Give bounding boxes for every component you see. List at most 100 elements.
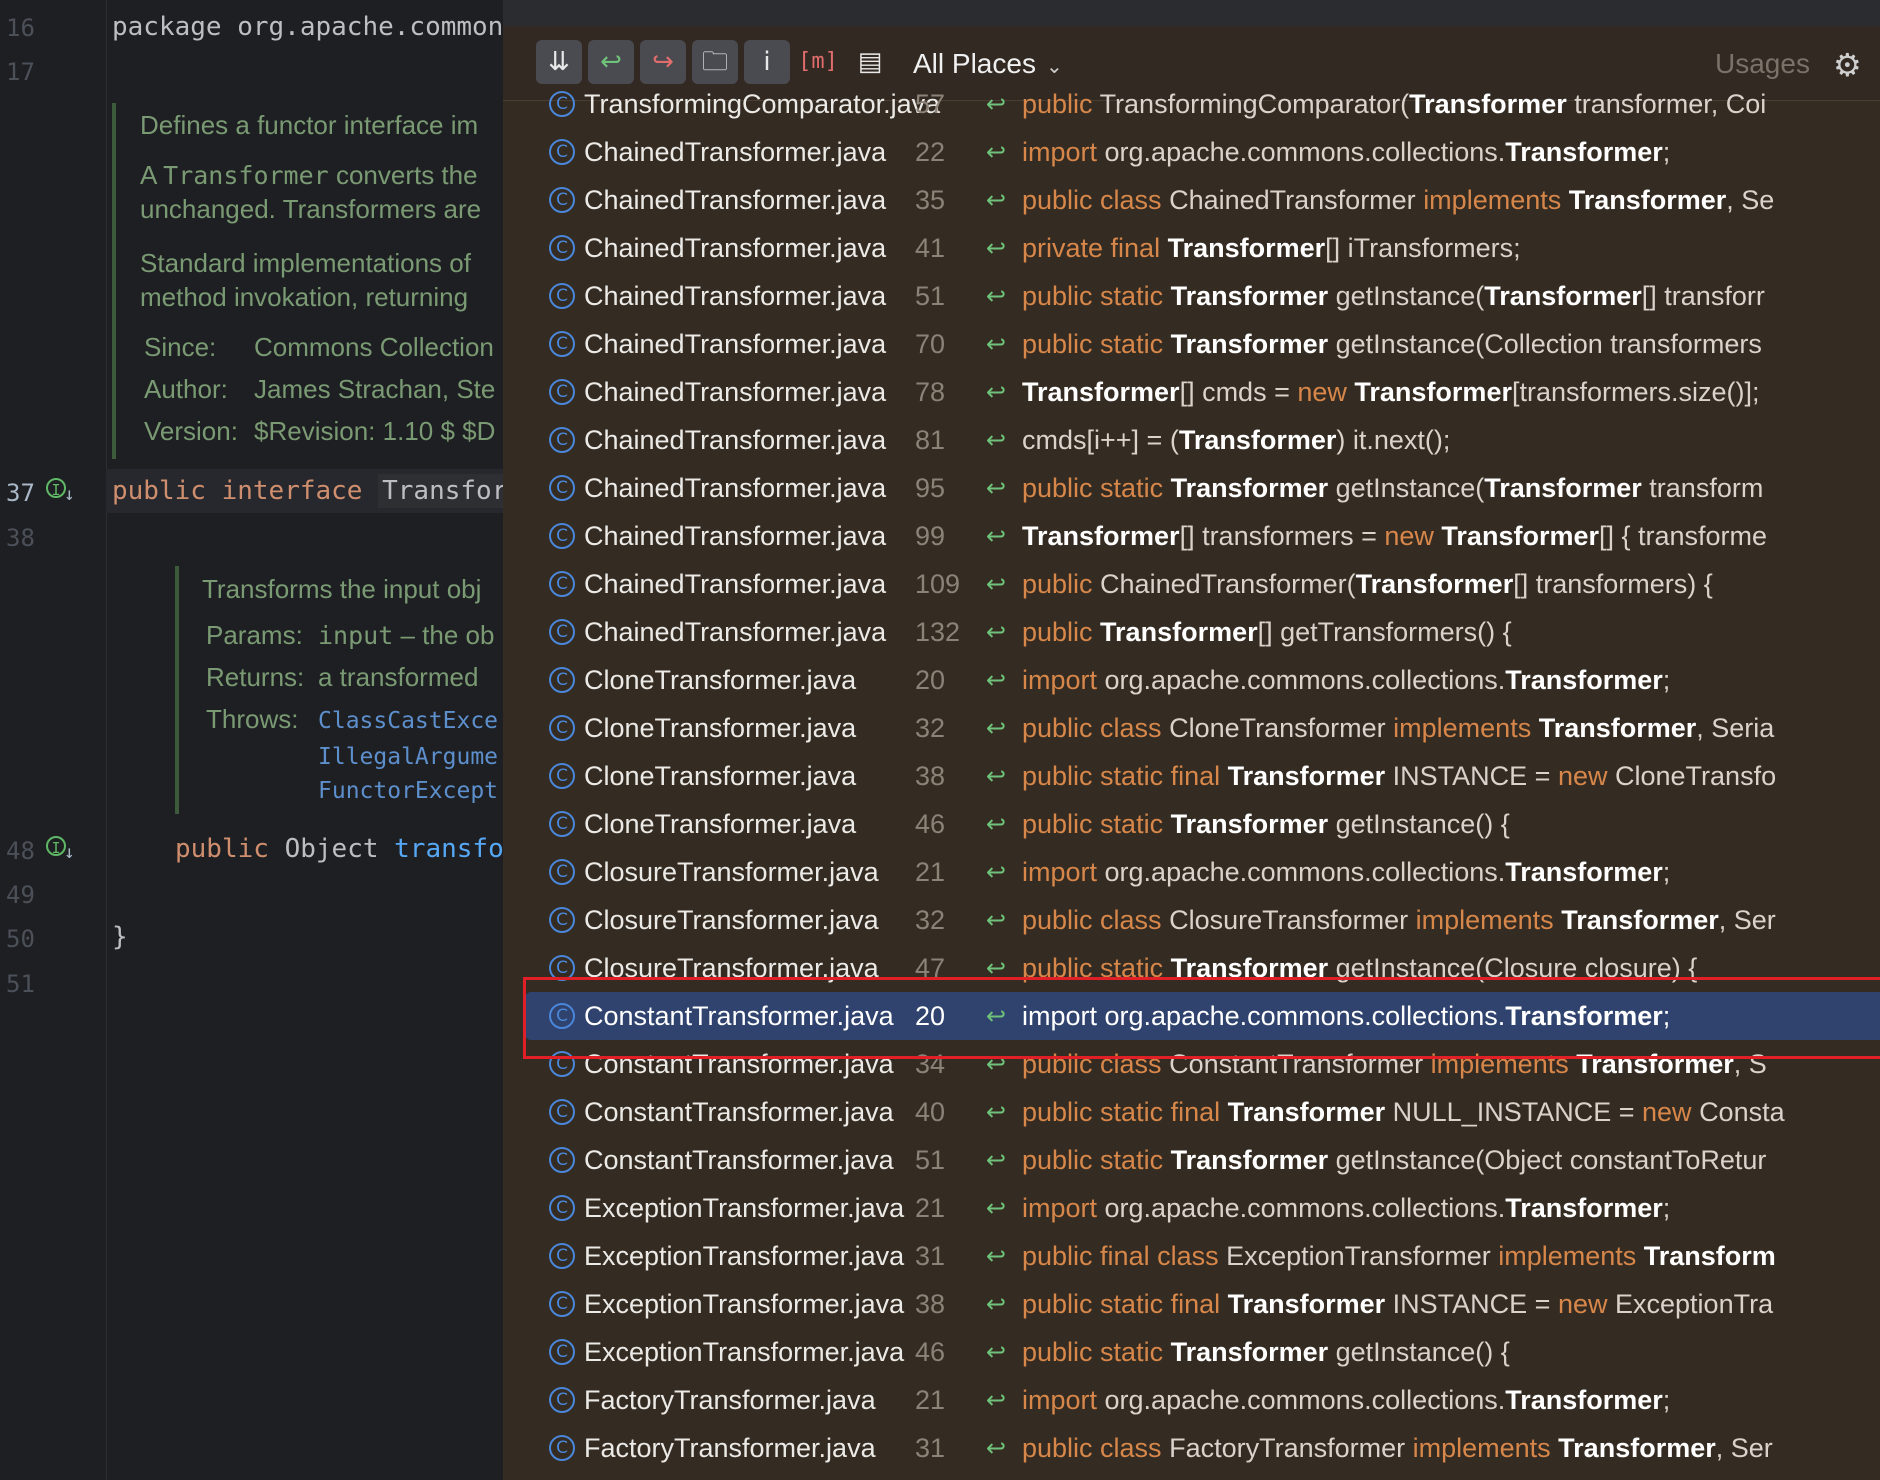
usage-row[interactable]: C ExceptionTransformer.java 21 ↩ import org.… [525,1184,1880,1232]
snippet-token: ; [1662,137,1671,167]
class-icon: C [549,139,575,165]
snippet-token: import [1022,1193,1105,1223]
merge-icon[interactable]: ⇊ [536,40,582,84]
usage-line-number: 22 [915,137,946,167]
usage-row[interactable]: C CloneTransformer.java 20 ↩ import org.apac… [525,656,1880,704]
open-in-find-tool-icon[interactable]: 🗀 [692,40,738,84]
snippet-token: Transformer [1441,521,1599,551]
usage-row[interactable]: C CloneTransformer.java 32 ↩ public class Cl… [525,704,1880,752]
usage-code-snippet: public class CloneTransformer implements… [1022,704,1774,752]
doc-tag-throws: Throws: ClassCastExce [206,704,499,734]
previous-occurrence-icon[interactable]: ↩ [588,40,634,84]
usage-row[interactable]: C ChainedTransformer.java 41 ↩ private final… [525,224,1880,272]
class-icon: C [549,1243,575,1269]
usage-row[interactable]: C TransformingComparator.java 57 ↩ public Tr… [525,80,1880,128]
usage-code-snippet: public class ClosureTransformer implemen… [1022,896,1776,944]
exception-link[interactable]: ClassCastExce [318,708,498,734]
line-number: 37 [6,479,35,507]
class-icon: C [549,1435,575,1461]
exception-link[interactable]: IllegalArgume [318,744,498,770]
usage-row[interactable]: C ConstantTransformer.java 40 ↩ public stati… [525,1088,1880,1136]
usage-line-number: 81 [915,425,946,455]
usage-row[interactable]: C ChainedTransformer.java 78 ↩ Transformer[]… [525,368,1880,416]
line-number: 16 [6,14,35,42]
usages-popup[interactable]: ⇊ ↩ ↪ 🗀 i [m] ▤ All Places ⌄ Usages ⚙ C Tr… [503,0,1880,1480]
usage-type-icon: ↩ [986,282,1007,310]
snippet-token: ; [1662,1193,1671,1223]
usage-row[interactable]: C ChainedTransformer.java 132 ↩ public Trans… [525,608,1880,656]
line-number: 38 [6,524,35,552]
usage-type-icon: ↩ [986,570,1007,598]
usage-row[interactable]: C CloneTransformer.java 46 ↩ public static T… [525,800,1880,848]
usage-type-icon: ↩ [986,90,1007,118]
usage-row[interactable]: C FactoryTransformer.java 21 ↩ import org.ap… [525,1376,1880,1424]
usage-row[interactable]: C ClosureTransformer.java 21 ↩ import org.ap… [525,848,1880,896]
doc-tag-throws: IllegalArgume [318,740,498,771]
usage-file-name: FactoryTransformer.java [584,1385,876,1415]
usage-file-name: ChainedTransformer.java [584,617,887,647]
preview-icon[interactable]: ▤ [847,40,893,84]
usage-row[interactable]: C ChainedTransformer.java 81 ↩ cmds[i++] = (… [525,416,1880,464]
usage-code-snippet: public Transformer[] getTransformers() { [1022,608,1512,656]
class-icon: C [549,763,575,789]
snippet-token: public static [1022,1337,1171,1367]
method-name[interactable]: transfo [394,834,503,864]
implemented-gutter-icon[interactable]: I ↓ [46,478,80,505]
usage-row[interactable]: C ExceptionTransformer.java 38 ↩ public stat… [525,1280,1880,1328]
info-icon[interactable]: i [744,40,790,84]
usage-row[interactable]: C ChainedTransformer.java 99 ↩ Transformer[]… [525,512,1880,560]
usage-code-snippet: public ChainedTransformer(Transformer[] … [1022,560,1713,608]
usage-line-number: 32 [915,713,946,743]
snippet-token: TransformingComparator( [1099,89,1410,119]
next-occurrence-icon[interactable]: ↪ [640,40,686,84]
usage-row[interactable]: C ConstantTransformer.java 51 ↩ public stati… [525,1136,1880,1184]
usage-code-snippet: public static final Transformer INSTANCE… [1022,1280,1773,1328]
snippet-token: , Ser [1718,905,1776,935]
class-icon: C [549,283,575,309]
code-editor[interactable]: 16 17 37 38 48 49 50 51 I ↓ I ↓ package or… [0,0,503,1480]
usage-row[interactable]: C CloneTransformer.java 38 ↩ public static f… [525,752,1880,800]
usage-line-number: 40 [915,1097,946,1127]
gear-icon[interactable]: ⚙ [1833,46,1862,84]
snippet-token: Transformer [1178,425,1337,455]
usage-row[interactable]: C ChainedTransformer.java 95 ↩ public static… [525,464,1880,512]
usage-row[interactable]: C ChainedTransformer.java 35 ↩ public class … [525,176,1880,224]
class-icon: C [549,235,575,261]
snippet-token: [] transforr [1641,281,1765,311]
usage-row[interactable]: C ExceptionTransformer.java 46 ↩ public stat… [525,1328,1880,1376]
snippet-token: Transformer [1505,665,1663,695]
snippet-token: Transformer [1505,137,1663,167]
exception-link[interactable]: FunctorExcept [318,778,498,804]
snippet-token: getInstance( [1328,281,1485,311]
snippet-token: new [1557,1289,1616,1319]
implemented-gutter-icon[interactable]: I ↓ [46,836,80,863]
class-icon: C [549,379,575,405]
usage-row[interactable]: C ClosureTransformer.java 32 ↩ public class … [525,896,1880,944]
interface-name[interactable]: Transfor [378,474,503,508]
usage-type-icon: ↩ [986,378,1007,406]
usage-code-snippet: import org.apache.commons.collections.Tr… [1022,656,1670,704]
snippet-token: ExceptionTransformer [1226,1241,1499,1271]
usage-row[interactable]: C ChainedTransformer.java 51 ↩ public static… [525,272,1880,320]
scope-dropdown[interactable]: All Places ⌄ [913,48,1063,80]
doc-paragraph: A Transformer converts the [140,160,478,190]
usage-row[interactable]: C ChainedTransformer.java 109 ↩ public Chain… [525,560,1880,608]
method-icon[interactable]: [m] [795,40,841,84]
usage-row[interactable]: C ChainedTransformer.java 22 ↩ import org.ap… [525,128,1880,176]
doc-tag-throws: FunctorExcept [318,774,498,805]
usage-row[interactable]: C ExceptionTransformer.java 31 ↩ public fina… [525,1232,1880,1280]
snippet-token: Transformer [1170,809,1329,839]
snippet-token: org.apache.commons.collections. [1104,137,1506,167]
class-icon: C [549,1147,575,1173]
snippet-token: org.apache.commons.collections. [1104,1385,1506,1415]
usage-row[interactable]: C FactoryTransformer.java 31 ↩ public class … [525,1424,1880,1472]
usage-code-snippet: public static Transformer getInstance(Ob… [1022,1136,1766,1184]
doc-tag-version: Version: $Revision: 1.10 $ $D [144,416,496,446]
usage-row[interactable]: C ChainedTransformer.java 70 ↩ public static… [525,320,1880,368]
class-icon: C [549,523,575,549]
line-number: 51 [6,970,35,998]
line-number: 49 [6,881,35,909]
snippet-token: Transformer [1409,89,1567,119]
usage-file-name: ChainedTransformer.java [584,233,887,263]
doc-tag-since: Since: Commons Collection [144,332,494,362]
